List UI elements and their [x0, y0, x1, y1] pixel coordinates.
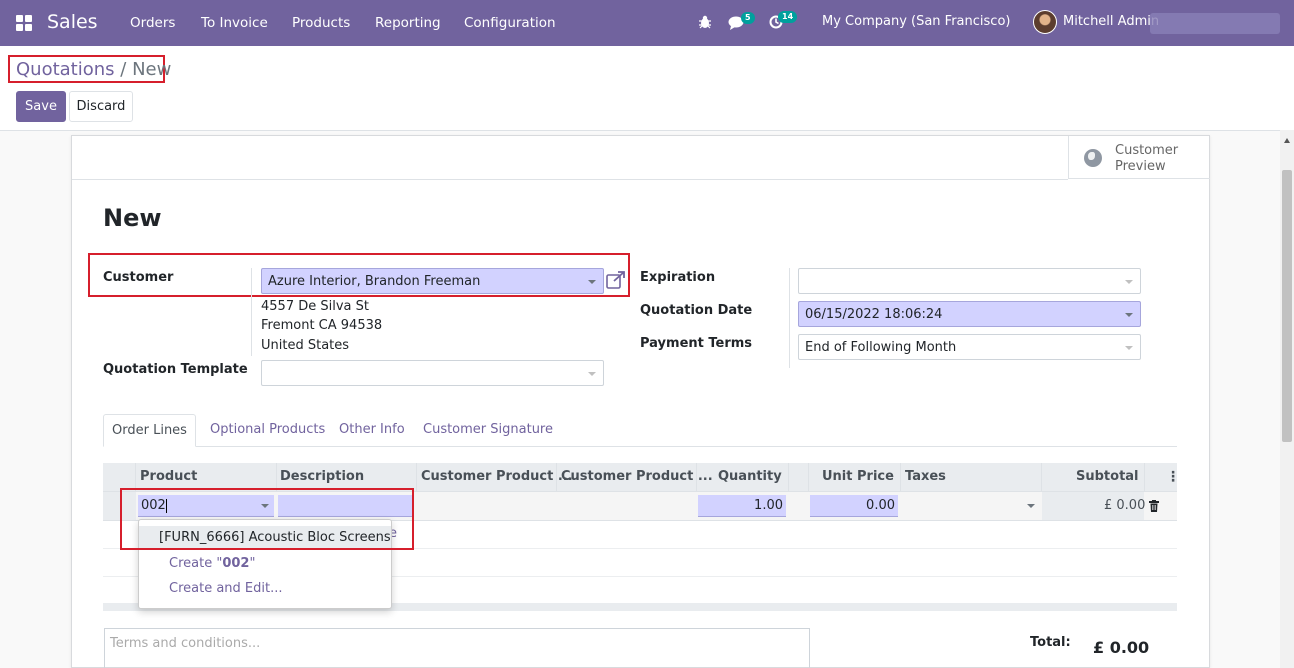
chevron-down-icon[interactable] [1125, 346, 1133, 350]
column-customer-product-2[interactable]: Customer Product ... [561, 469, 713, 484]
expiration-field[interactable] [798, 268, 1141, 294]
column-quantity[interactable]: Quantity [718, 469, 782, 484]
customer-preview-button[interactable]: Customer Preview [1068, 136, 1210, 179]
activities-badge: 14 [778, 11, 798, 23]
menu-to-invoice[interactable]: To Invoice [201, 15, 268, 31]
menu-orders[interactable]: Orders [130, 15, 175, 31]
autocomplete-create[interactable]: Create "002" [139, 552, 391, 576]
top-navbar: Sales Orders To Invoice Products Reporti… [0, 0, 1294, 46]
quantity-input[interactable]: 1.00 [698, 495, 786, 517]
globe-icon [1084, 149, 1102, 167]
breadcrumb-current: New [132, 59, 172, 80]
customer-label: Customer [103, 270, 174, 285]
taxes-input[interactable] [903, 495, 1039, 517]
terms-field[interactable]: Terms and conditions... [104, 628, 810, 668]
payment-terms-field[interactable]: End of Following Month [798, 334, 1141, 360]
customer-address-city: Fremont CA 94538 [261, 318, 383, 333]
vertical-scrollbar[interactable] [1280, 130, 1294, 668]
discard-button[interactable]: Discard [69, 91, 133, 122]
chevron-down-icon[interactable] [1125, 313, 1133, 317]
chevron-down-icon[interactable] [1125, 280, 1133, 284]
record-title: New [103, 204, 162, 232]
unit-price-input[interactable]: 0.00 [810, 495, 898, 517]
tab-other-info[interactable]: Other Info [339, 422, 405, 437]
breadcrumb-quotations[interactable]: Quotations [16, 59, 115, 80]
total-value: £ 0.00 [1093, 638, 1150, 657]
column-product[interactable]: Product [140, 469, 197, 484]
tab-customer-signature[interactable]: Customer Signature [423, 422, 553, 437]
quotation-date-field[interactable]: 06/15/2022 18:06:24 [798, 301, 1141, 327]
user-avatar[interactable] [1033, 10, 1057, 34]
user-menu[interactable]: Mitchell Admin [1063, 14, 1159, 29]
column-description[interactable]: Description [280, 469, 364, 484]
blurred-region [1150, 13, 1280, 34]
customer-address-street: 4557 De Silva St [261, 299, 369, 314]
column-customer-product-1[interactable]: Customer Product ... [421, 469, 573, 484]
payment-terms-label: Payment Terms [640, 336, 753, 351]
scrollbar-thumb[interactable] [1282, 170, 1292, 442]
autocomplete-create-and-edit[interactable]: Create and Edit... [139, 577, 391, 601]
column-options-icon[interactable]: ⋮ [1166, 469, 1180, 485]
app-name[interactable]: Sales [47, 11, 98, 33]
customer-preview-label: Customer Preview [1115, 143, 1179, 174]
external-link-icon[interactable] [606, 271, 626, 289]
quotation-template-label: Quotation Template [103, 362, 248, 377]
scroll-up-icon[interactable] [1284, 138, 1290, 143]
column-unit-price[interactable]: Unit Price [822, 469, 894, 484]
menu-products[interactable]: Products [292, 15, 350, 31]
total-label: Total: [1030, 635, 1071, 650]
expiration-label: Expiration [640, 270, 716, 285]
menu-reporting[interactable]: Reporting [375, 15, 441, 31]
column-subtotal[interactable]: Subtotal [1076, 469, 1139, 484]
save-button[interactable]: Save [16, 91, 66, 122]
subtotal-value: £ 0.00 [1104, 498, 1146, 513]
breadcrumb-separator: / [120, 59, 127, 80]
product-highlight [120, 488, 414, 550]
customer-field[interactable]: Azure Interior, Brandon Freeman [261, 268, 604, 294]
tab-order-lines[interactable]: Order Lines [103, 414, 196, 447]
company-switcher[interactable]: My Company (San Francisco) [822, 14, 1010, 29]
trash-icon[interactable] [1149, 500, 1159, 512]
customer-address-country: United States [261, 338, 350, 353]
chevron-down-icon[interactable] [588, 372, 596, 376]
bug-icon[interactable] [699, 15, 711, 29]
column-taxes[interactable]: Taxes [905, 469, 946, 484]
menu-configuration[interactable]: Configuration [464, 15, 556, 31]
tab-optional-products[interactable]: Optional Products [210, 422, 325, 437]
quotation-template-field[interactable] [261, 360, 604, 386]
breadcrumb: Quotations / New [16, 59, 171, 80]
chevron-down-icon[interactable] [588, 280, 596, 284]
quotation-date-label: Quotation Date [640, 303, 753, 318]
messages-badge: 5 [741, 12, 755, 24]
chevron-down-icon[interactable] [1027, 504, 1035, 508]
apps-menu-icon[interactable] [16, 15, 32, 31]
